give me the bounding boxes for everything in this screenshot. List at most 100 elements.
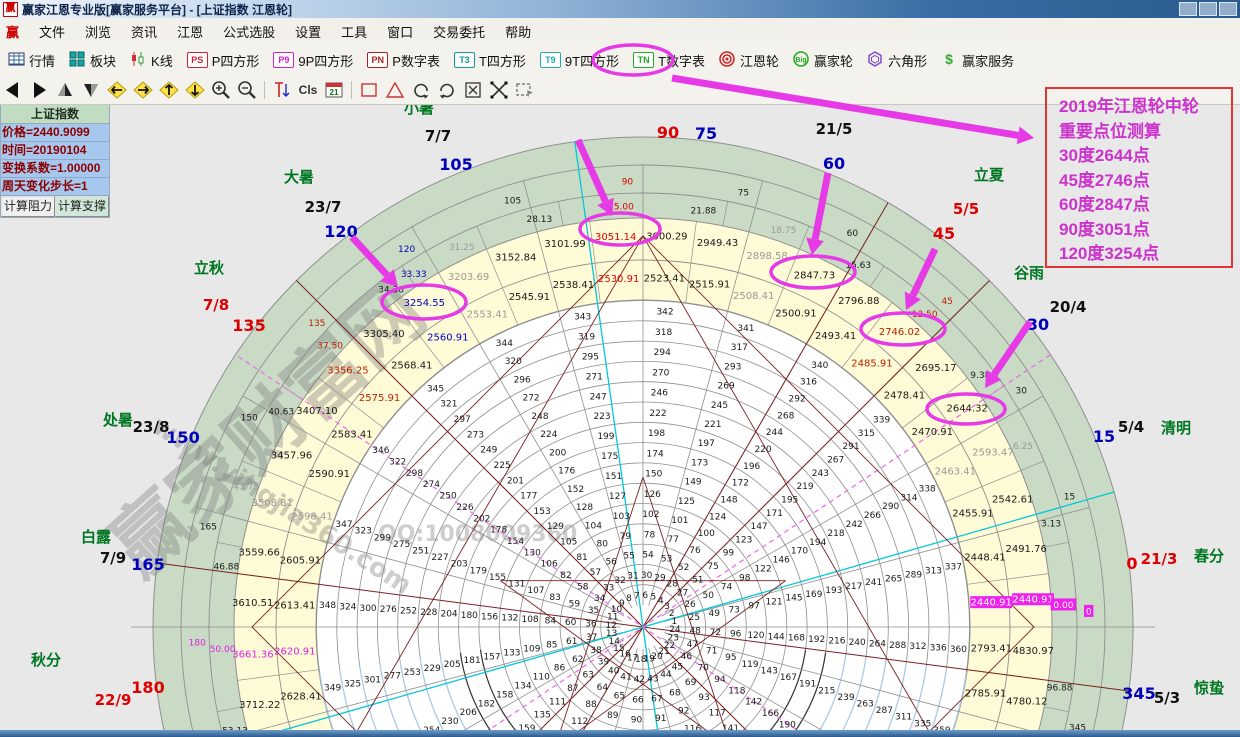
svg-text:80: 80 bbox=[597, 540, 609, 550]
calendar-button[interactable]: 21 bbox=[322, 79, 346, 101]
T数字表-button[interactable]: TNT数字表 bbox=[625, 49, 711, 72]
menu-item-交易委托[interactable]: 交易委托 bbox=[423, 19, 495, 44]
svg-text:78: 78 bbox=[644, 530, 656, 540]
svg-text:3101.99: 3101.99 bbox=[544, 239, 585, 250]
六角形-button[interactable]: 六角形 bbox=[859, 49, 933, 72]
calc-support-button[interactable]: 计算支撑 bbox=[55, 196, 109, 217]
svg-text:12: 12 bbox=[605, 621, 616, 631]
menu-item-窗口[interactable]: 窗口 bbox=[377, 19, 423, 44]
svg-text:21: 21 bbox=[330, 88, 339, 97]
svg-text:202: 202 bbox=[473, 514, 490, 524]
T四方形-button[interactable]: T3T四方形 bbox=[446, 49, 532, 72]
close-button[interactable] bbox=[1219, 2, 1237, 16]
rotate-left-button[interactable] bbox=[409, 79, 433, 101]
zoom-out-button[interactable] bbox=[235, 79, 259, 101]
cls-label[interactable]: Cls bbox=[296, 79, 320, 101]
rect-tool-button[interactable] bbox=[357, 79, 381, 101]
svg-text:29: 29 bbox=[654, 574, 666, 584]
callout-line: 60度2847点 bbox=[1059, 193, 1229, 218]
callout-line: 30度2644点 bbox=[1059, 144, 1229, 169]
svg-text:2796.88: 2796.88 bbox=[838, 296, 879, 307]
svg-text:321: 321 bbox=[440, 400, 457, 410]
行情-button[interactable]: 行情 bbox=[0, 49, 61, 72]
toolbar-separator bbox=[351, 81, 352, 99]
callout-line: 120度3254点 bbox=[1059, 242, 1229, 267]
svg-text:2644.32: 2644.32 bbox=[946, 403, 987, 414]
dia-up-button[interactable] bbox=[157, 79, 181, 101]
T9-icon: T9 bbox=[540, 52, 561, 68]
toolbar-label: K线 bbox=[151, 51, 173, 70]
dia-left-button[interactable] bbox=[105, 79, 129, 101]
toolbar-label: 板块 bbox=[90, 51, 116, 70]
outer-degree-label: 15 bbox=[1093, 427, 1115, 446]
svg-text:166: 166 bbox=[762, 709, 779, 719]
P数字表-button[interactable]: PNP数字表 bbox=[359, 49, 446, 72]
tri-right-button[interactable] bbox=[27, 79, 51, 101]
P四方形-button[interactable]: PSP四方形 bbox=[179, 49, 266, 72]
svg-text:92: 92 bbox=[678, 706, 689, 716]
outer-degree-label: 180 bbox=[131, 678, 164, 697]
dollar-icon: $ bbox=[941, 51, 958, 70]
menu-item-浏览[interactable]: 浏览 bbox=[75, 19, 121, 44]
svg-text:3152.84: 3152.84 bbox=[495, 252, 536, 263]
menu-item-帮助[interactable]: 帮助 bbox=[495, 19, 541, 44]
menu-item-工具[interactable]: 工具 bbox=[331, 19, 377, 44]
赢家轮-button[interactable]: Big赢家轮 bbox=[785, 49, 859, 72]
svg-text:10: 10 bbox=[611, 605, 623, 615]
menu-item-文件[interactable]: 文件 bbox=[29, 19, 75, 44]
cross-button[interactable] bbox=[487, 79, 511, 101]
minimize-button[interactable] bbox=[1179, 2, 1197, 16]
dia-down-button[interactable] bbox=[183, 79, 207, 101]
svg-text:268: 268 bbox=[777, 411, 794, 421]
赢家服务-button[interactable]: $赢家服务 bbox=[933, 49, 1020, 72]
svg-text:105: 105 bbox=[560, 538, 577, 548]
toolbar-separator bbox=[264, 81, 265, 99]
dash-box-button[interactable] bbox=[513, 79, 537, 101]
svg-text:99: 99 bbox=[723, 549, 735, 559]
K线-button[interactable]: K线 bbox=[122, 49, 179, 72]
svg-text:63: 63 bbox=[582, 671, 593, 681]
板块-button[interactable]: 板块 bbox=[61, 49, 122, 72]
svg-text:21: 21 bbox=[658, 647, 669, 657]
box-x-button[interactable] bbox=[461, 79, 485, 101]
zoom-in-button[interactable] bbox=[209, 79, 233, 101]
annotation-arrow-head bbox=[905, 292, 921, 310]
svg-text:57: 57 bbox=[590, 568, 601, 578]
menu-item-设置[interactable]: 设置 bbox=[285, 19, 331, 44]
svg-text:86: 86 bbox=[554, 664, 566, 674]
svg-text:318: 318 bbox=[655, 328, 672, 338]
menu-item-江恩[interactable]: 江恩 bbox=[167, 19, 213, 44]
hexagon-icon bbox=[867, 51, 884, 70]
solar-term-date-label: 21/3 bbox=[1141, 550, 1178, 568]
svg-text:15.63: 15.63 bbox=[845, 261, 871, 271]
9P四方形-button[interactable]: P99P四方形 bbox=[265, 49, 359, 72]
svg-text:40: 40 bbox=[608, 666, 620, 676]
t-cursor-button[interactable] bbox=[270, 79, 294, 101]
svg-text:199: 199 bbox=[597, 432, 614, 442]
TN-icon: TN bbox=[633, 52, 654, 68]
rotate-right-button[interactable] bbox=[435, 79, 459, 101]
calc-resistance-button[interactable]: 计算阻力 bbox=[1, 196, 55, 217]
menu-item-公式选股[interactable]: 公式选股 bbox=[213, 19, 285, 44]
svg-text:169: 169 bbox=[805, 590, 822, 600]
svg-text:2538.41: 2538.41 bbox=[553, 280, 594, 291]
svg-text:2508.41: 2508.41 bbox=[733, 291, 774, 302]
svg-text:2515.91: 2515.91 bbox=[689, 279, 730, 290]
svg-text:6.25: 6.25 bbox=[1013, 442, 1033, 452]
svg-text:271: 271 bbox=[586, 372, 603, 382]
toolbar-label: 江恩轮 bbox=[740, 51, 779, 70]
svg-text:60: 60 bbox=[847, 229, 859, 239]
tri-up-button[interactable] bbox=[53, 79, 77, 101]
tri-left-button[interactable] bbox=[1, 79, 25, 101]
svg-text:317: 317 bbox=[731, 343, 748, 353]
svg-text:337: 337 bbox=[945, 563, 962, 573]
tri-down-button[interactable] bbox=[79, 79, 103, 101]
9T四方形-button[interactable]: T99T四方形 bbox=[532, 49, 625, 72]
svg-text:226: 226 bbox=[456, 503, 473, 513]
江恩轮-button[interactable]: 江恩轮 bbox=[711, 49, 785, 72]
menu-item-资讯[interactable]: 资讯 bbox=[121, 19, 167, 44]
dia-right-button[interactable] bbox=[131, 79, 155, 101]
svg-text:25.00: 25.00 bbox=[608, 203, 634, 213]
maximize-button[interactable] bbox=[1199, 2, 1217, 16]
triangle-tool-button[interactable] bbox=[383, 79, 407, 101]
